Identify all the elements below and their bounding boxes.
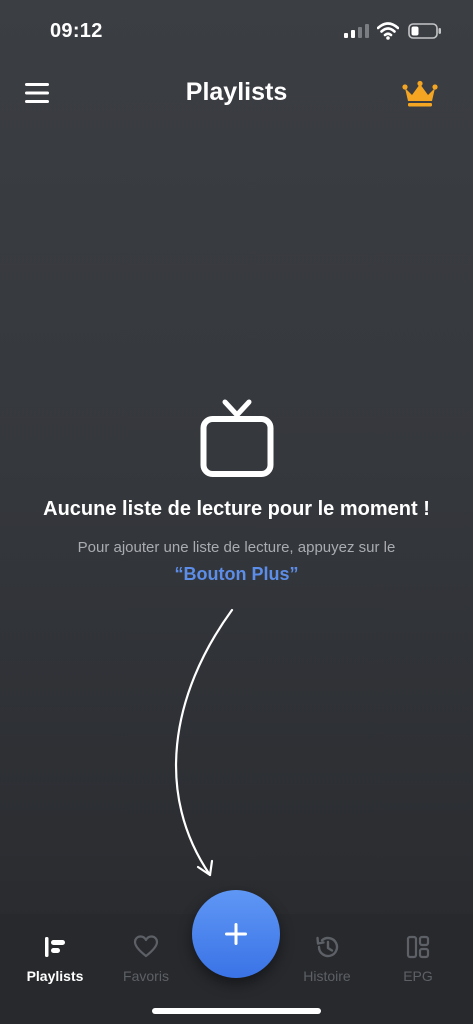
app-header: Playlists: [0, 66, 473, 122]
add-playlist-button[interactable]: [192, 890, 280, 978]
tab-label: Playlists: [26, 968, 84, 984]
tab-histoire[interactable]: Histoire: [282, 934, 372, 984]
status-bar: 09:12: [0, 0, 473, 60]
status-time: 09:12: [50, 20, 103, 42]
tab-epg[interactable]: EPG: [373, 934, 463, 984]
crown-icon[interactable]: [402, 80, 438, 108]
plus-icon: [225, 923, 247, 945]
tab-favoris[interactable]: Favoris: [101, 934, 191, 984]
history-icon: [316, 936, 339, 958]
empty-state: Aucune liste de lecture pour le moment !…: [0, 398, 473, 585]
playlists-icon: [45, 937, 65, 957]
tab-playlists[interactable]: Playlists: [10, 934, 100, 984]
plus-button-hint: “Bouton Plus”: [174, 564, 299, 584]
tab-label: EPG: [403, 968, 433, 984]
home-indicator[interactable]: [152, 1008, 321, 1014]
battery-icon: [408, 23, 441, 39]
tab-label: Favoris: [123, 968, 169, 984]
guide-arrow-icon: [175, 608, 234, 877]
epg-grid-icon: [406, 935, 430, 959]
tv-icon: [200, 399, 273, 477]
tab-label: Histoire: [303, 968, 351, 984]
cellular-signal-icon: [344, 24, 369, 38]
empty-state-subtitle: Pour ajouter une liste de lecture, appuy…: [77, 539, 396, 556]
heart-icon: [133, 935, 159, 958]
empty-state-title: Aucune liste de lecture pour le moment !: [43, 498, 430, 520]
wifi-icon: [377, 22, 399, 40]
